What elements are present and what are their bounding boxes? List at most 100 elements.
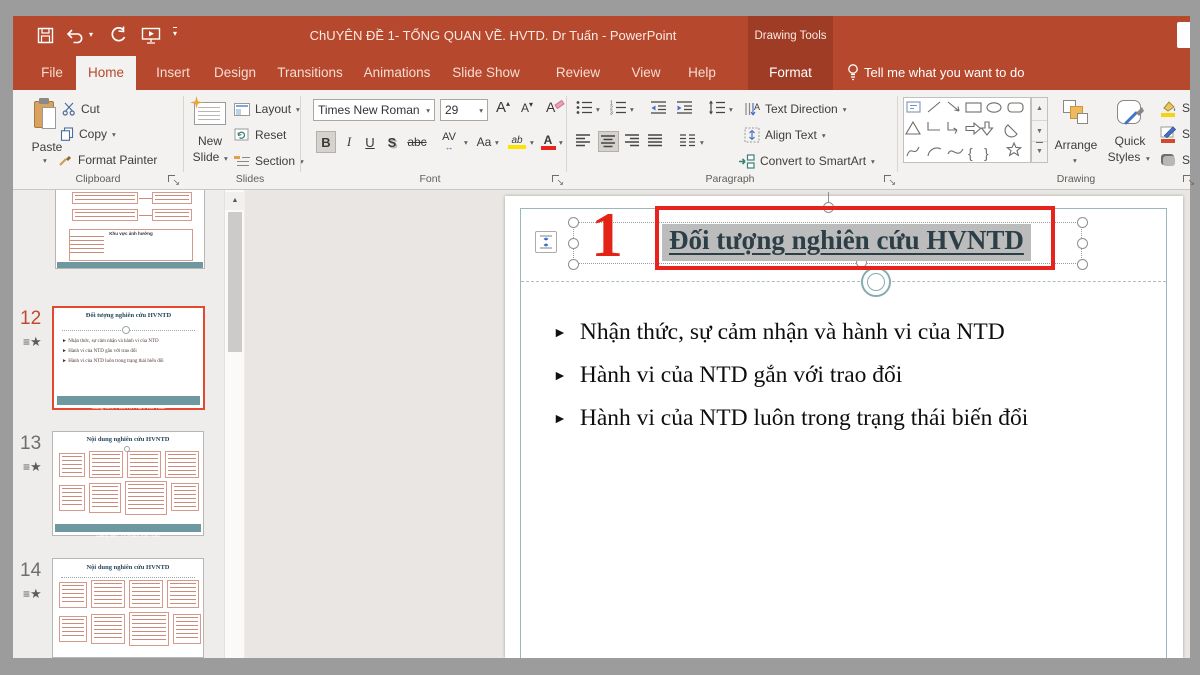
quick-styles-button[interactable]: Quick Styles ▾	[1104, 96, 1156, 174]
case-caret-icon[interactable]: ▾	[495, 138, 499, 147]
slide-surface[interactable]: 1 Đối tượng nghiên cứu HVNTD ► Nhận thức…	[505, 196, 1183, 658]
shapes-scroll-up-button[interactable]: ▲	[1032, 98, 1047, 120]
thumbnail-slide-13[interactable]: Nội dung nghiên cứu HVNTD Giảng viên: TS…	[52, 431, 204, 536]
undo-dropdown-caret-icon[interactable]: ▾	[89, 30, 93, 39]
thumbnail-slide-14[interactable]: Nội dung nghiên cứu HVNTD	[52, 558, 204, 658]
resize-handle[interactable]	[568, 217, 579, 228]
numbering-button[interactable]: 123	[610, 100, 627, 120]
scrollbar-up-button[interactable]: ▲	[225, 192, 245, 210]
grow-font-button[interactable]: A▴	[496, 99, 510, 116]
highlight-color-button[interactable]: ab	[505, 131, 529, 153]
slide-title-textbox[interactable]: Đối tượng nghiên cứu HVNTD	[662, 224, 1031, 261]
numbering-caret-icon[interactable]: ▾	[630, 105, 634, 114]
annotation-number: 1	[591, 202, 623, 268]
shape-fill-button[interactable]: S	[1160, 96, 1190, 120]
save-icon[interactable]	[37, 27, 54, 44]
bullets-caret-icon[interactable]: ▾	[596, 105, 600, 114]
bold-button[interactable]: B	[316, 131, 336, 153]
highlight-caret-icon[interactable]: ▾	[530, 138, 534, 147]
font-color-caret-icon[interactable]: ▾	[559, 138, 563, 147]
resize-handle[interactable]	[1077, 217, 1088, 228]
tell-me-box[interactable]: Tell me what you want to do	[864, 56, 1044, 90]
tab-help[interactable]: Help	[678, 56, 726, 90]
shadow-button[interactable]: S	[384, 131, 400, 153]
animation-star-icon[interactable]: ≡★	[23, 586, 42, 602]
layout-button[interactable]: Layout ▾	[234, 97, 300, 121]
start-slideshow-icon[interactable]	[141, 27, 161, 44]
scrollbar-thumb[interactable]	[228, 212, 242, 352]
font-name-combobox[interactable]: Times New Roman ▾	[313, 99, 435, 121]
convert-smartart-button[interactable]: Convert to SmartArt ▾	[738, 149, 875, 173]
shapes-gallery[interactable]: { }	[903, 97, 1031, 163]
tab-home[interactable]: Home	[76, 56, 136, 90]
cut-button[interactable]: Cut	[62, 97, 100, 121]
redo-icon[interactable]	[109, 26, 127, 44]
align-center-button[interactable]	[598, 131, 619, 152]
new-slide-button[interactable]: New Slide ▾	[188, 96, 232, 174]
character-spacing-button[interactable]: AV ↔	[436, 131, 462, 153]
paragraph-dialog-launcher[interactable]: ↘	[884, 175, 895, 186]
resize-handle[interactable]	[568, 259, 579, 270]
design-divider-dashed	[521, 281, 1166, 282]
tab-transitions[interactable]: Transitions	[270, 56, 350, 90]
tab-slide-show[interactable]: Slide Show	[444, 56, 528, 90]
tab-view[interactable]: View	[622, 56, 670, 90]
resize-handle[interactable]	[1077, 259, 1088, 270]
autofit-options-button[interactable]	[535, 231, 557, 253]
font-color-button[interactable]: A	[538, 131, 558, 153]
font-size-combobox[interactable]: 29 ▾	[440, 99, 488, 121]
thumbnail-slide-12-selected[interactable]: Đối tượng nghiên cứu HVNTD ► Nhận thức, …	[52, 306, 205, 410]
undo-icon[interactable]	[65, 27, 84, 44]
spacing-caret-icon[interactable]: ▾	[464, 138, 468, 147]
font-dialog-launcher[interactable]: ↘	[552, 175, 563, 186]
tab-review[interactable]: Review	[548, 56, 608, 90]
justify-button[interactable]	[648, 134, 663, 152]
mini-ornament-circle	[122, 326, 130, 334]
shapes-scroll-down-button[interactable]: ▼	[1032, 120, 1047, 141]
bullets-button[interactable]	[576, 100, 593, 120]
thumbnail-scrollbar-track[interactable]: ▲	[224, 190, 244, 658]
align-text-button[interactable]: Align Text ▾	[744, 123, 826, 147]
resize-handle[interactable]	[568, 238, 579, 249]
tab-animations[interactable]: Animations	[356, 56, 438, 90]
clear-formatting-button[interactable]: A	[546, 99, 555, 115]
format-painter-button[interactable]: Format Painter	[58, 148, 157, 172]
thumbnail-slide-11[interactable]: Khu vực ảnh hưởng	[55, 190, 205, 269]
italic-button[interactable]: I	[342, 131, 356, 153]
customize-qat-caret-icon[interactable]: ▾	[173, 27, 177, 38]
tab-design[interactable]: Design	[206, 56, 264, 90]
tab-format-contextual[interactable]: Format	[748, 56, 833, 90]
shrink-font-button[interactable]: A▾	[521, 100, 533, 115]
shapes-more-button[interactable]: ▼	[1032, 141, 1047, 162]
animation-star-icon[interactable]: ≡★	[23, 334, 42, 350]
group-separator	[566, 96, 567, 172]
resize-handle[interactable]	[1077, 238, 1088, 249]
reset-button[interactable]: Reset	[234, 123, 286, 147]
window-control-partial[interactable]	[1177, 22, 1190, 48]
slide-body-textbox[interactable]: ► Nhận thức, sự cảm nhận và hành vi của …	[553, 318, 1153, 432]
text-direction-button[interactable]: A Text Direction ▾	[744, 97, 846, 121]
tab-file[interactable]: File	[30, 56, 74, 90]
strikethrough-button[interactable]: abc	[404, 131, 430, 153]
increase-indent-button[interactable]	[676, 100, 693, 120]
arrange-button[interactable]: Arrange ▾	[1050, 96, 1102, 174]
shape-outline-button[interactable]: S	[1160, 122, 1190, 146]
change-case-button[interactable]: Aa	[474, 131, 494, 153]
line-spacing-caret-icon[interactable]: ▾	[729, 105, 733, 114]
copy-button[interactable]: Copy ▾	[60, 122, 116, 146]
clipboard-dialog-launcher[interactable]: ↘	[168, 175, 179, 186]
columns-caret-icon[interactable]: ▾	[700, 138, 704, 147]
line-spacing-button[interactable]	[708, 100, 726, 120]
section-button[interactable]: Section ▾	[234, 149, 304, 173]
columns-button[interactable]	[680, 134, 696, 152]
align-left-button[interactable]	[576, 134, 591, 152]
underline-button[interactable]: U	[362, 131, 378, 153]
tab-insert[interactable]: Insert	[146, 56, 200, 90]
drawing-dialog-launcher[interactable]: ↘	[1183, 175, 1194, 186]
slide-bullet-row: ► Nhận thức, sự cảm nhận và hành vi của …	[553, 318, 1153, 346]
decrease-indent-button[interactable]	[650, 100, 667, 120]
shape-effects-button[interactable]: S	[1160, 148, 1190, 172]
align-right-button[interactable]	[625, 134, 640, 152]
animation-star-icon[interactable]: ≡★	[23, 459, 42, 475]
mini-bullet-3: ► Hành vi của NTD luôn trong trạng thái …	[62, 359, 164, 364]
